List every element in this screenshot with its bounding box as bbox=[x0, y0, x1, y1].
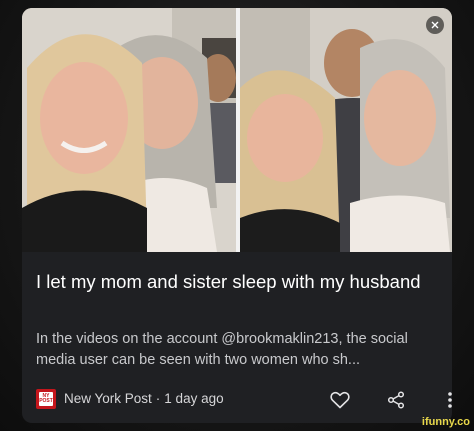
like-button[interactable] bbox=[328, 388, 352, 412]
source-line: New York Post · 1 day ago bbox=[64, 391, 224, 406]
heart-icon bbox=[330, 391, 350, 409]
share-button[interactable] bbox=[384, 388, 408, 412]
news-card[interactable]: I let my mom and sister sleep with my hu… bbox=[22, 8, 452, 423]
meta-separator: · bbox=[155, 391, 161, 406]
article-meta-row: NY POST New York Post · 1 day ago bbox=[36, 388, 452, 412]
close-icon bbox=[431, 21, 439, 29]
article-photo-left bbox=[22, 8, 236, 252]
new-york-post-logo: NY POST bbox=[36, 389, 56, 409]
share-icon bbox=[387, 391, 405, 409]
ifunny-watermark: ifunny.co bbox=[421, 416, 470, 428]
article-snippet: In the videos on the account @brookmakli… bbox=[36, 331, 408, 368]
article-image[interactable] bbox=[22, 8, 452, 252]
more-vertical-icon bbox=[448, 392, 452, 408]
publish-time: 1 day ago bbox=[164, 391, 224, 406]
more-options-button[interactable] bbox=[438, 388, 452, 412]
source-name[interactable]: New York Post bbox=[64, 391, 152, 406]
close-button[interactable] bbox=[426, 16, 444, 34]
article-title[interactable]: I let my mom and sister sleep with my hu… bbox=[36, 270, 436, 294]
article-photo-right bbox=[240, 8, 452, 252]
